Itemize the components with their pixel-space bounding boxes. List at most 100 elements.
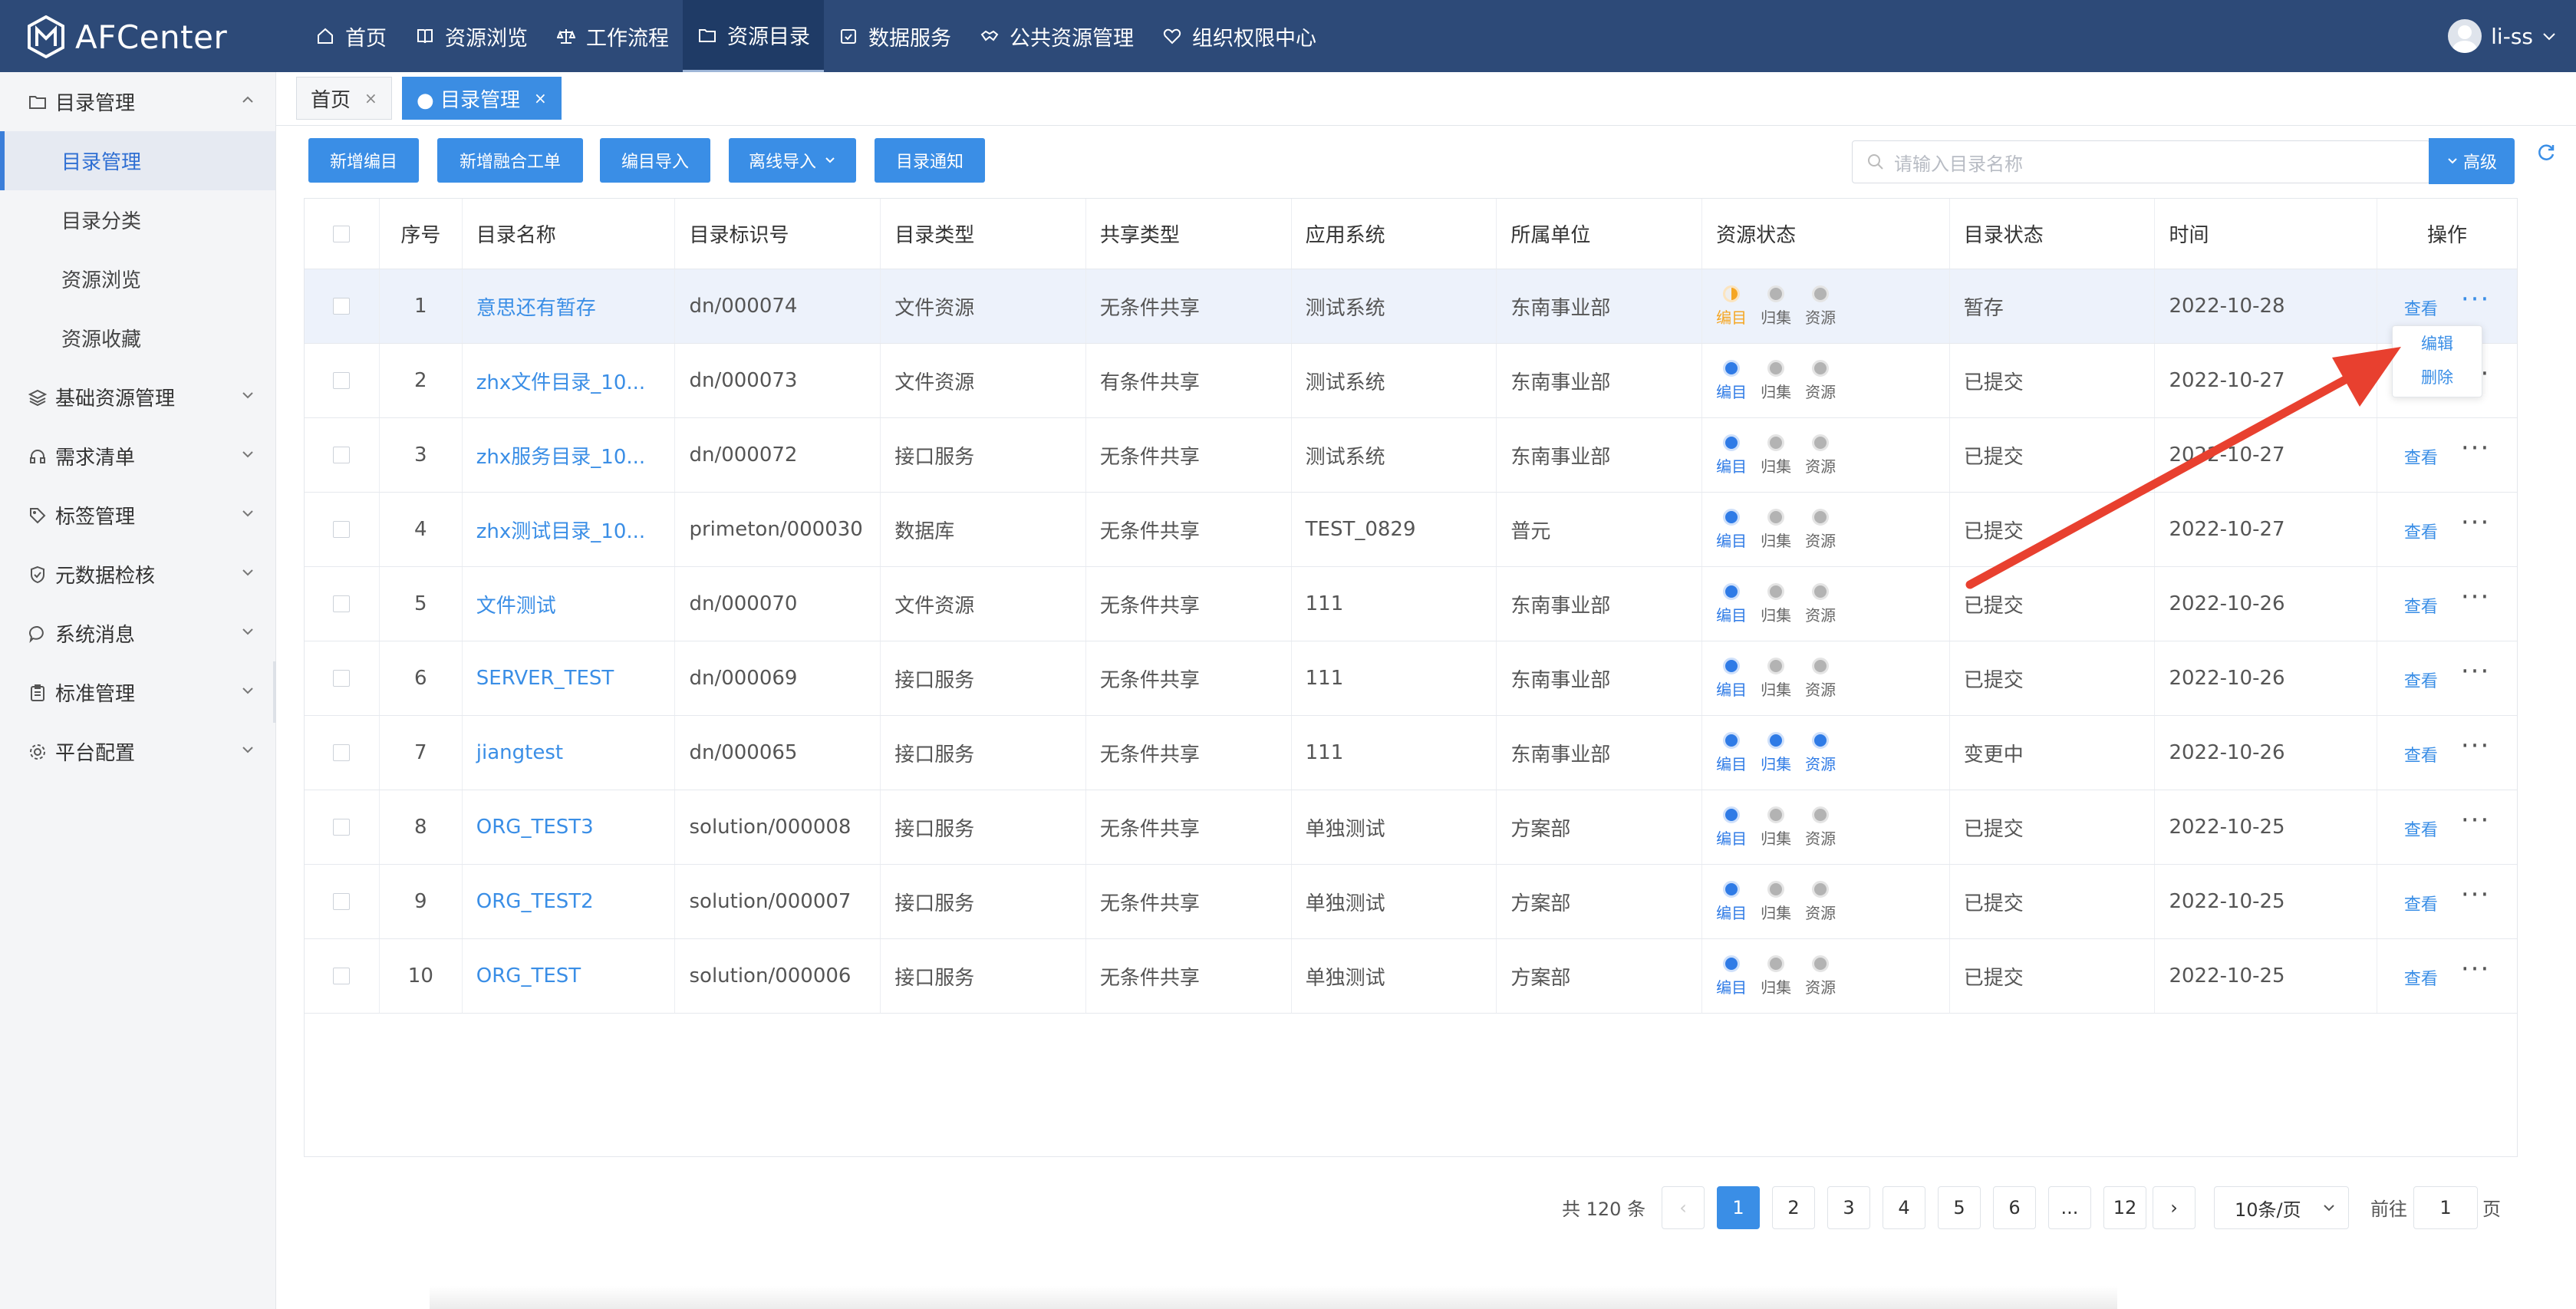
nav-resource-catalog[interactable]: 资源目录: [683, 0, 824, 72]
table-row[interactable]: 10 ORG_TEST solution/000006 接口服务 无条件共享 单独测试 方案…: [305, 939, 2517, 1014]
catalog-name-link[interactable]: zhx测试目录_10...: [463, 493, 676, 566]
catalog-name-link-text[interactable]: zhx文件目录_10...: [476, 367, 645, 395]
catalog-name-link-text[interactable]: jiangtest: [476, 741, 563, 764]
view-link[interactable]: 查看: [2404, 295, 2438, 320]
add-fusion-ticket-button[interactable]: 新增融合工单: [437, 138, 583, 183]
row-checkbox[interactable]: [333, 447, 351, 463]
row-checkbox[interactable]: [333, 968, 351, 984]
page-button[interactable]: 5: [1938, 1186, 1981, 1229]
view-link[interactable]: 查看: [2404, 816, 2438, 841]
catalog-name-link-text[interactable]: ORG_TEST: [476, 964, 581, 988]
goto-page-input[interactable]: 1: [2413, 1186, 2478, 1229]
tab-catalog-management[interactable]: ● 目录管理 ×: [402, 77, 562, 120]
catalog-name-link[interactable]: zhx服务目录_10...: [463, 418, 676, 492]
sidebar-item-catalog-category[interactable]: 目录分类: [0, 190, 275, 249]
page-button[interactable]: 3: [1827, 1186, 1870, 1229]
page-button[interactable]: 4: [1883, 1186, 1925, 1229]
more-actions-icon[interactable]: ···: [2461, 582, 2490, 612]
catalog-name-link[interactable]: ORG_TEST3: [463, 790, 676, 864]
sidebar-group-tag-management[interactable]: 标签管理: [0, 486, 275, 545]
sidebar-item-catalog-management[interactable]: 目录管理: [0, 131, 275, 190]
table-row[interactable]: 6 SERVER_TEST dn/000069 接口服务 无条件共享 111 东南事业部 编目…: [305, 641, 2517, 716]
table-row[interactable]: 7 jiangtest dn/000065 接口服务 无条件共享 111 东南事业部 编目 归集…: [305, 716, 2517, 790]
nav-data-service[interactable]: 数据服务: [824, 0, 965, 72]
more-actions-icon[interactable]: ···: [2461, 954, 2490, 984]
catalog-name-link-text[interactable]: 文件测试: [476, 590, 556, 618]
row-checkbox[interactable]: [333, 521, 351, 538]
next-page-button[interactable]: ›: [2153, 1186, 2196, 1229]
catalog-name-link-text[interactable]: zhx服务目录_10...: [476, 441, 645, 470]
view-link[interactable]: 查看: [2404, 444, 2438, 469]
close-icon[interactable]: ×: [534, 89, 547, 107]
catalog-name-link-text[interactable]: SERVER_TEST: [476, 667, 614, 690]
catalog-name-link[interactable]: 意思还有暂存: [463, 269, 676, 343]
page-size-select[interactable]: 10条/页: [2214, 1186, 2349, 1229]
sidebar-group-base-resource[interactable]: 基础资源管理: [0, 368, 275, 427]
nav-org-permission[interactable]: 组织权限中心: [1148, 0, 1330, 72]
catalog-name-link-text[interactable]: zhx测试目录_10...: [476, 516, 645, 544]
more-actions-icon[interactable]: ···: [2461, 433, 2490, 463]
view-link[interactable]: 查看: [2404, 965, 2438, 990]
page-ellipsis[interactable]: ...: [2048, 1186, 2091, 1229]
catalog-notify-button[interactable]: 目录通知: [875, 138, 985, 183]
row-checkbox[interactable]: [333, 372, 351, 389]
close-icon[interactable]: ×: [364, 89, 377, 107]
catalog-name-link[interactable]: ORG_TEST: [463, 939, 676, 1013]
catalog-name-link[interactable]: ORG_TEST2: [463, 865, 676, 938]
row-checkbox[interactable]: [333, 595, 351, 612]
table-row[interactable]: 2 zhx文件目录_10... dn/000073 文件资源 有条件共享 测试系统 东南事业…: [305, 344, 2517, 418]
catalog-name-link[interactable]: 文件测试: [463, 567, 676, 641]
table-row[interactable]: 8 ORG_TEST3 solution/000008 接口服务 无条件共享 单独测试 方案…: [305, 790, 2517, 865]
more-actions-icon[interactable]: ···: [2461, 805, 2490, 836]
nav-resource-browse[interactable]: 资源浏览: [400, 0, 542, 72]
table-row[interactable]: 9 ORG_TEST2 solution/000007 接口服务 无条件共享 单独测试 方案…: [305, 865, 2517, 939]
header-select-all[interactable]: [305, 199, 380, 269]
more-actions-icon[interactable]: ···: [2461, 284, 2490, 315]
table-row[interactable]: 5 文件测试 dn/000070 文件资源 无条件共享 111 东南事业部 编目 归集 资源 已提交…: [305, 567, 2517, 641]
sidebar-group-demand-list[interactable]: 需求清单: [0, 427, 275, 486]
nav-public-resource[interactable]: 公共资源管理: [965, 0, 1148, 72]
row-checkbox[interactable]: [333, 893, 351, 910]
user-menu[interactable]: li-ss: [2448, 0, 2558, 72]
refresh-icon[interactable]: [2536, 143, 2556, 163]
tab-home[interactable]: 首页 ×: [296, 77, 392, 120]
sidebar-group-catalog-management[interactable]: 目录管理: [0, 72, 275, 131]
prev-page-button[interactable]: ‹: [1662, 1186, 1705, 1229]
catalog-name-link-text[interactable]: 意思还有暂存: [476, 292, 596, 321]
catalog-name-link[interactable]: zhx文件目录_10...: [463, 344, 676, 417]
row-checkbox[interactable]: [333, 670, 351, 687]
search-input[interactable]: 请输入目录名称: [1852, 140, 2430, 183]
view-link[interactable]: 查看: [2404, 742, 2438, 767]
sidebar-group-platform-config[interactable]: 平台配置: [0, 722, 275, 781]
row-checkbox[interactable]: [333, 819, 351, 836]
edit-menu-item[interactable]: 编辑: [2393, 326, 2482, 360]
sidebar-group-system-message[interactable]: 系统消息: [0, 604, 275, 663]
page-button[interactable]: 12: [2103, 1186, 2146, 1229]
row-checkbox[interactable]: [333, 298, 351, 315]
sidebar-item-resource-browse[interactable]: 资源浏览: [0, 249, 275, 308]
app-logo[interactable]: AFCenter: [26, 14, 227, 60]
page-button[interactable]: 6: [1993, 1186, 2036, 1229]
select-all-checkbox[interactable]: [333, 225, 351, 242]
view-link[interactable]: 查看: [2404, 593, 2438, 618]
more-actions-icon[interactable]: ···: [2461, 507, 2490, 538]
sidebar-item-resource-favorites[interactable]: 资源收藏: [0, 308, 275, 368]
catalog-name-link-text[interactable]: ORG_TEST3: [476, 816, 594, 839]
page-button[interactable]: 2: [1772, 1186, 1815, 1229]
nav-workflow[interactable]: 工作流程: [542, 0, 683, 72]
advanced-search-button[interactable]: 高级: [2429, 138, 2515, 184]
view-link[interactable]: 查看: [2404, 891, 2438, 915]
delete-menu-item[interactable]: 删除: [2393, 360, 2482, 394]
sidebar-group-metadata-check[interactable]: 元数据检核: [0, 545, 275, 604]
view-link[interactable]: 查看: [2404, 519, 2438, 543]
row-checkbox[interactable]: [333, 744, 351, 761]
view-link[interactable]: 查看: [2404, 668, 2438, 692]
catalog-name-link[interactable]: SERVER_TEST: [463, 641, 676, 715]
page-button[interactable]: 1: [1717, 1186, 1760, 1229]
more-actions-icon[interactable]: ···: [2461, 656, 2490, 687]
more-actions-icon[interactable]: ···: [2461, 730, 2490, 761]
nav-home[interactable]: 首页: [301, 0, 400, 72]
table-row[interactable]: 3 zhx服务目录_10... dn/000072 接口服务 无条件共享 测试系统 东南事业…: [305, 418, 2517, 493]
catalog-name-link-text[interactable]: ORG_TEST2: [476, 890, 594, 913]
catalog-name-link[interactable]: jiangtest: [463, 716, 676, 790]
